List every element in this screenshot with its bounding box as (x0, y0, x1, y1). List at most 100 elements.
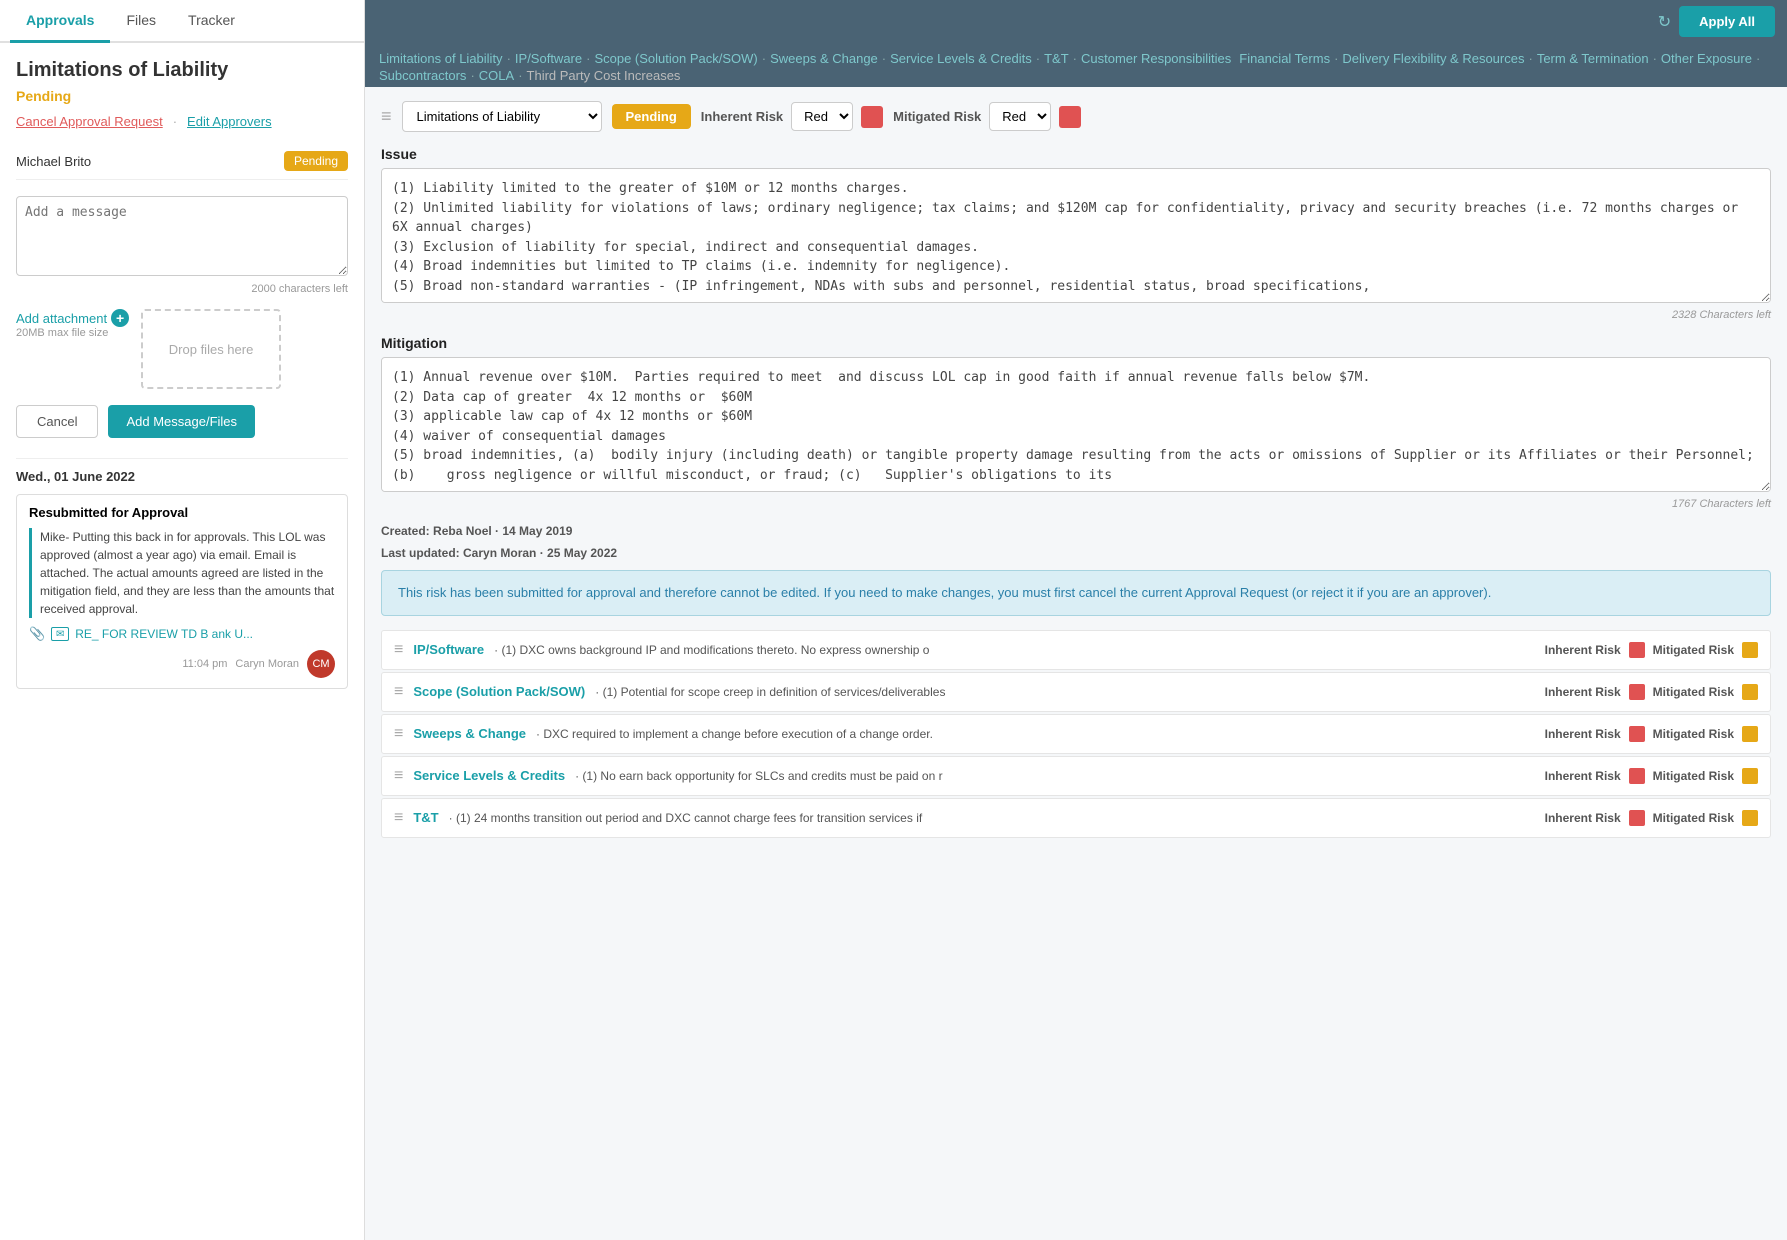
drag-handle-tt: ≡ (394, 809, 403, 827)
email-attachment-link[interactable]: 📎 ✉ RE_ FOR REVIEW TD B ank U... (29, 626, 335, 642)
tabs-header: Approvals Files Tracker (0, 0, 364, 43)
file-size-text: 20MB max file size (16, 327, 129, 339)
mitigated-risk-select[interactable]: Red (989, 102, 1051, 131)
risk-title-slc: Service Levels & Credits (413, 768, 565, 783)
risk-row-sweeps[interactable]: ≡ Sweeps & Change · DXC required to impl… (381, 714, 1771, 754)
drag-handle-ip: ≡ (394, 641, 403, 659)
action-links: Cancel Approval Request · Edit Approvers (16, 114, 348, 129)
risk-right-ip: Inherent Risk Mitigated Risk (1545, 642, 1758, 658)
inherent-risk-select[interactable]: Red (791, 102, 853, 131)
risk-desc-ip: · (1) DXC owns background IP and modific… (494, 643, 1534, 657)
inherent-mini-dot-slc (1629, 768, 1645, 784)
issue-header-row: ≡ Limitations of Liability Pending Inher… (381, 101, 1771, 132)
mitigated-mini-dot-slc (1742, 768, 1758, 784)
left-content: Limitations of Liability Pending Cancel … (0, 43, 364, 1240)
left-panel: Approvals Files Tracker Limitations of L… (0, 0, 365, 1240)
inherent-risk-label: Inherent Risk (701, 109, 783, 124)
nav-link-slc[interactable]: Service Levels & Credits (890, 51, 1032, 66)
risk-list: ≡ IP/Software · (1) DXC owns background … (381, 630, 1771, 838)
inherent-mini-dot-scope (1629, 684, 1645, 700)
refresh-icon[interactable]: ↻ (1658, 12, 1671, 32)
nav-link-customer[interactable]: Customer Responsibilities (1081, 51, 1231, 66)
add-message-button[interactable]: Add Message/Files (108, 405, 255, 438)
message-textarea[interactable] (16, 196, 348, 276)
risk-title-sweeps: Sweeps & Change (413, 726, 526, 741)
message-section: 2000 characters left (16, 196, 348, 295)
inherent-mini-label-slc: Inherent Risk (1545, 769, 1621, 783)
attachment-text: Add attachment (16, 311, 107, 326)
timeline-time: 11:04 pm (182, 658, 227, 670)
attachment-section: Add attachment + 20MB max file size Drop… (16, 309, 348, 389)
risk-desc-tt: · (1) 24 months transition out period an… (449, 811, 1535, 825)
tab-files[interactable]: Files (110, 0, 172, 43)
nav-link-financial[interactable]: Financial Terms (1239, 51, 1330, 66)
nav-links: Limitations of Liability · IP/Software ·… (365, 43, 1787, 87)
add-attachment-icon: + (111, 309, 129, 327)
issue-section: Issue (1) Liability limited to the great… (381, 146, 1771, 321)
nav-link-other[interactable]: Other Exposure (1661, 51, 1752, 66)
nav-link-term[interactable]: Term & Termination (1537, 51, 1649, 66)
drop-zone[interactable]: Drop files here (141, 309, 281, 389)
drag-handle-sweeps: ≡ (394, 725, 403, 743)
risk-title-ip: IP/Software (413, 642, 484, 657)
risk-right-tt: Inherent Risk Mitigated Risk (1545, 810, 1758, 826)
risk-title-scope: Scope (Solution Pack/SOW) (413, 684, 585, 699)
add-attachment-label[interactable]: Add attachment + (16, 309, 129, 327)
cancel-button[interactable]: Cancel (16, 405, 98, 438)
mitigated-mini-dot-scope (1742, 684, 1758, 700)
nav-link-tt[interactable]: T&T (1044, 51, 1069, 66)
mitigated-mini-label-scope: Mitigated Risk (1653, 685, 1734, 699)
status-label: Pending (16, 88, 348, 104)
risk-row-slc[interactable]: ≡ Service Levels & Credits · (1) No earn… (381, 756, 1771, 796)
drag-handle-scope: ≡ (394, 683, 403, 701)
approver-name: Michael Brito (16, 154, 91, 169)
status-badge-main: Pending (612, 104, 691, 129)
inherent-mini-dot-ip (1629, 642, 1645, 658)
risk-row-scope[interactable]: ≡ Scope (Solution Pack/SOW) · (1) Potent… (381, 672, 1771, 712)
nav-link-delivery[interactable]: Delivery Flexibility & Resources (1342, 51, 1524, 66)
nav-link-lol[interactable]: Limitations of Liability (379, 51, 503, 66)
inherent-mini-dot-sweeps (1629, 726, 1645, 742)
email-icon: ✉ (51, 627, 69, 641)
issue-label: Issue (381, 146, 1771, 162)
inherent-mini-label-scope: Inherent Risk (1545, 685, 1621, 699)
meta-updated: Last updated: Caryn Moran · 25 May 2022 (381, 546, 1771, 560)
mitigated-risk-indicator (1059, 106, 1081, 128)
timeline-author: Caryn Moran (235, 658, 299, 670)
apply-all-button[interactable]: Apply All (1679, 6, 1775, 37)
panel-title: Limitations of Liability (16, 59, 348, 82)
mitigated-risk-group: Mitigated Risk Red (893, 102, 1081, 131)
inherent-risk-group: Inherent Risk Red (701, 102, 883, 131)
risk-row-tt[interactable]: ≡ T&T · (1) 24 months transition out per… (381, 798, 1771, 838)
nav-link-scope[interactable]: Scope (Solution Pack/SOW) (594, 51, 757, 66)
section-select[interactable]: Limitations of Liability (402, 101, 602, 132)
email-link-text: RE_ FOR REVIEW TD B ank U... (75, 627, 253, 641)
issue-textarea[interactable]: (1) Liability limited to the greater of … (381, 168, 1771, 303)
top-bar: ↻ Apply All (365, 0, 1787, 43)
risk-desc-sweeps: · DXC required to implement a change bef… (536, 727, 1535, 741)
avatar: CM (307, 650, 335, 678)
mitigated-mini-label-sweeps: Mitigated Risk (1653, 727, 1734, 741)
nav-link-sub[interactable]: Subcontractors (379, 68, 466, 83)
nav-link-cola[interactable]: COLA (479, 68, 514, 83)
risk-row-ip[interactable]: ≡ IP/Software · (1) DXC owns background … (381, 630, 1771, 670)
timeline-section: Wed., 01 June 2022 Resubmitted for Appro… (16, 458, 348, 689)
mitigation-label: Mitigation (381, 335, 1771, 351)
message-char-count: 2000 characters left (16, 283, 348, 295)
tab-approvals[interactable]: Approvals (10, 0, 110, 43)
mitigated-mini-dot-tt (1742, 810, 1758, 826)
nav-link-ip[interactable]: IP/Software (515, 51, 582, 66)
nav-link-sweeps[interactable]: Sweeps & Change (770, 51, 878, 66)
mitigated-mini-label-ip: Mitigated Risk (1653, 643, 1734, 657)
edit-approvers-link[interactable]: Edit Approvers (187, 114, 272, 129)
mitigation-chars-left: 1767 Characters left (381, 498, 1771, 510)
nav-link-thirdparty[interactable]: Third Party Cost Increases (527, 68, 681, 83)
mitigated-mini-dot-sweeps (1742, 726, 1758, 742)
inherent-mini-dot-tt (1629, 810, 1645, 826)
tab-tracker[interactable]: Tracker (172, 0, 251, 43)
inherent-mini-label-tt: Inherent Risk (1545, 811, 1621, 825)
mitigation-textarea[interactable]: (1) Annual revenue over $10M. Parties re… (381, 357, 1771, 492)
cancel-approval-link[interactable]: Cancel Approval Request (16, 114, 163, 129)
risk-desc-slc: · (1) No earn back opportunity for SLCs … (575, 769, 1535, 783)
drag-handle-slc: ≡ (394, 767, 403, 785)
